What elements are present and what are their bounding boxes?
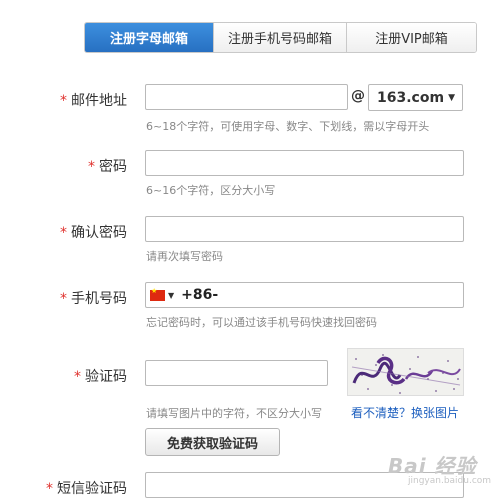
phone-label: * 手机号码: [60, 291, 127, 307]
confirm-password-hint: 请再次填写密码: [146, 250, 223, 263]
email-hint: 6~18个字符，可使用字母、数字、下划线，需以字母开头: [146, 120, 430, 133]
captcha-image: [347, 348, 464, 396]
captcha-input[interactable]: [145, 360, 328, 386]
captcha-label: * 验证码: [74, 369, 127, 385]
china-flag-icon[interactable]: [150, 287, 165, 301]
country-code: +86-: [181, 287, 219, 303]
registration-type-tabs: 注册字母邮箱 注册手机号码邮箱 注册VIP邮箱: [84, 22, 477, 53]
sms-code-label: * 短信验证码: [46, 481, 127, 497]
password-hint: 6~16个字符，区分大小写: [146, 184, 276, 197]
required-mark: *: [74, 369, 81, 385]
get-sms-code-button[interactable]: 免费获取验证码: [145, 428, 280, 456]
password-label: * 密码: [88, 159, 127, 175]
at-sign: @: [351, 88, 365, 104]
confirm-password-label: * 确认密码: [60, 225, 127, 241]
email-domain-value: 163.com: [377, 89, 445, 106]
email-domain-select[interactable]: 163.com ▼: [368, 84, 463, 111]
required-mark: *: [46, 481, 53, 497]
dropdown-arrow-icon: ▼: [448, 93, 455, 103]
captcha-hint: 请填写图片中的字符，不区分大小写: [146, 407, 322, 420]
tab-vip-email[interactable]: 注册VIP邮箱: [346, 23, 476, 52]
email-label: * 邮件地址: [60, 93, 127, 109]
country-dropdown-icon[interactable]: ▼: [168, 291, 174, 300]
required-mark: *: [88, 159, 95, 175]
tab-mobile-email[interactable]: 注册手机号码邮箱: [213, 23, 346, 52]
required-mark: *: [60, 291, 67, 307]
refresh-captcha-link[interactable]: 看不清楚？换张图片: [351, 404, 459, 421]
email-input[interactable]: [145, 84, 348, 110]
confirm-password-input[interactable]: [145, 216, 464, 242]
tab-letter-email[interactable]: 注册字母邮箱: [85, 23, 213, 52]
phone-input[interactable]: ▼ +86-: [145, 282, 464, 308]
phone-hint: 忘记密码时，可以通过该手机号码快速找回密码: [146, 316, 377, 329]
watermark-logo: Bai 经验: [388, 454, 477, 478]
password-input[interactable]: [145, 150, 464, 176]
watermark-url: jingyan.baidu.com: [408, 476, 492, 486]
required-mark: *: [60, 225, 67, 241]
required-mark: *: [60, 93, 67, 109]
